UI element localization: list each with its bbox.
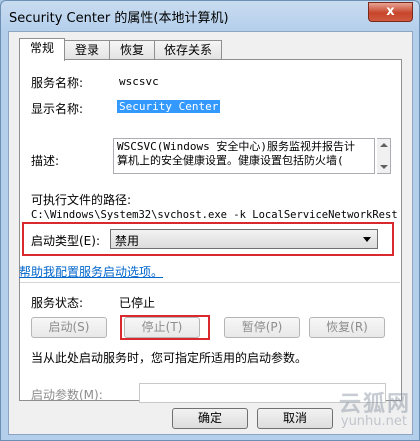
watermark-text-en: yunhu.net [340, 414, 407, 429]
tab-logon[interactable]: 登录 [64, 40, 110, 60]
general-tab-panel: 服务名称: wscsvc 显示名称: Security Center 描述: W… [19, 59, 402, 403]
section-divider [20, 282, 400, 283]
scroll-up-arrow-icon[interactable] [380, 143, 388, 147]
display-name-selection: Security Center [117, 100, 221, 113]
ok-button[interactable]: 确定 [172, 408, 248, 429]
watermark-logo: 云狐网 yunhu.net [297, 386, 417, 436]
service-status-label: 服务状态: [31, 296, 84, 310]
description-label: 描述: [31, 154, 60, 168]
service-name-label: 服务名称: [31, 76, 84, 90]
description-textbox[interactable]: WSCSVC(Windows 安全中心)服务监视并报告计 算机上的安全健康设置。… [113, 138, 375, 174]
start-button[interactable]: 启动(S) [31, 317, 107, 338]
tab-general[interactable]: 常规 [19, 38, 65, 61]
start-params-label: 启动参数(M): [31, 388, 103, 402]
display-name-label: 显示名称: [31, 102, 84, 116]
dropdown-arrow-icon [363, 237, 371, 242]
startup-type-value: 禁用 [115, 234, 140, 248]
help-configure-link[interactable]: 帮助我配置服务启动选项。 [19, 263, 163, 280]
description-line-1: WSCSVC(Windows 安全中心)服务监视并报告计 [117, 140, 355, 153]
description-scrollbar[interactable] [377, 138, 391, 174]
close-button[interactable]: x [368, 2, 413, 22]
tab-dependencies[interactable]: 依存关系 [154, 40, 222, 60]
startup-type-label: 启动类型(E): [31, 234, 100, 248]
properties-window: Security Center 的属性(本地计算机) x 常规 登录 恢复 依存… [0, 0, 420, 441]
scroll-down-arrow-icon[interactable] [380, 165, 388, 169]
startup-type-select[interactable]: 禁用 [110, 229, 378, 249]
pause-button[interactable]: 暂停(P) [224, 317, 300, 338]
exe-path-label: 可执行文件的路径: [31, 193, 132, 207]
window-title: Security Center 的属性(本地计算机) [9, 11, 229, 26]
start-params-hint: 当从此处启动服务时，您可指定所适用的启动参数。 [31, 351, 308, 365]
resume-button[interactable]: 恢复(R) [309, 317, 385, 338]
title-bar[interactable]: Security Center 的属性(本地计算机) x [1, 1, 419, 31]
exe-path-value: C:\Windows\System32\svchost.exe -k Local… [31, 209, 399, 221]
display-name-value[interactable]: Security Center [117, 100, 221, 113]
tab-recovery[interactable]: 恢复 [109, 40, 155, 60]
description-line-2: 算机上的安全健康设置。健康设置包括防火墙( [117, 154, 344, 167]
stop-highlight-box [120, 315, 210, 340]
service-name-value: wscsvc [119, 75, 159, 88]
service-status-value: 已停止 [119, 296, 156, 310]
dialog-client: 常规 登录 恢复 依存关系 服务名称: wscsvc 显示名称: Securit… [8, 31, 413, 435]
